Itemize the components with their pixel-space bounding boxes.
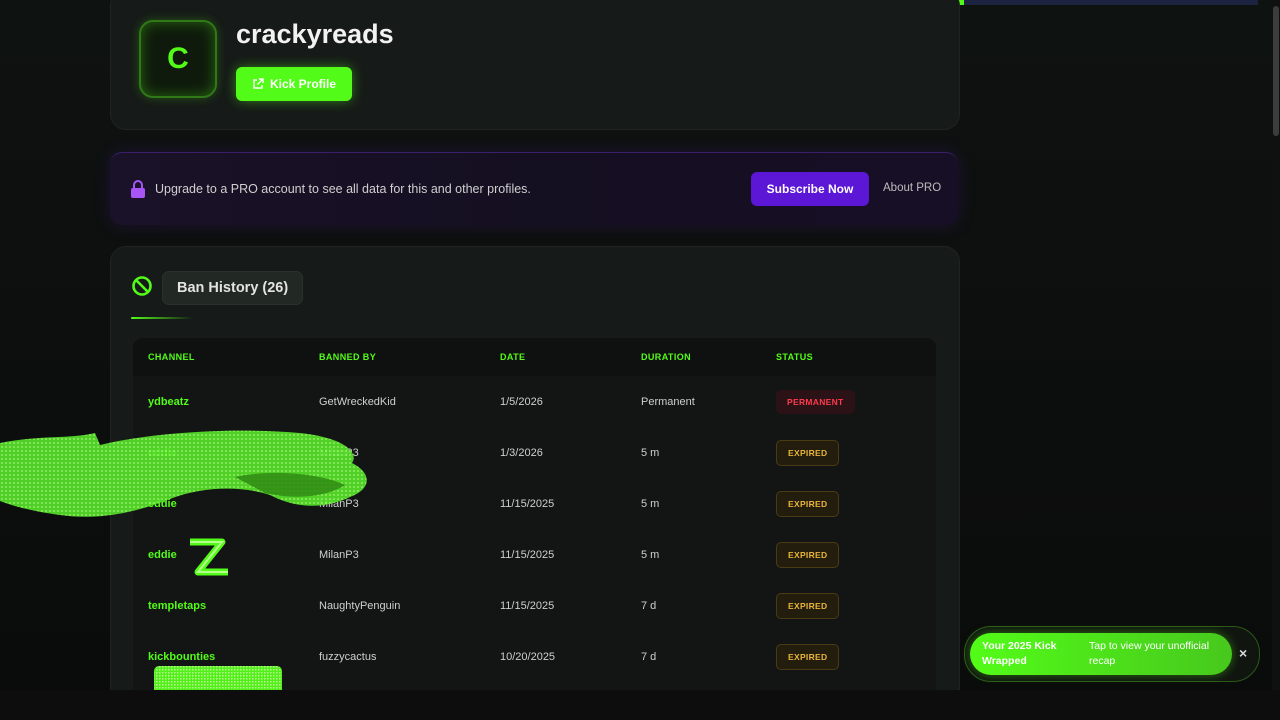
ban-icon <box>132 276 152 296</box>
profile-card: C crackyreads Kick Profile <box>110 0 960 130</box>
lock-icon <box>131 180 145 198</box>
duration-cell: 7 d <box>641 600 657 612</box>
about-pro-link[interactable]: About PRO <box>883 182 941 194</box>
duration-cell: Permanent <box>641 396 695 408</box>
duration-cell: 7 d <box>641 651 657 663</box>
pro-upgrade-banner: Upgrade to a PRO account to see all data… <box>110 152 958 225</box>
date-cell: 1/3/2026 <box>500 447 543 459</box>
toast-subtitle: Tap to view your unofficial recap <box>1089 640 1210 667</box>
channel-link[interactable]: kickbounties <box>148 651 215 663</box>
column-header-date[interactable]: DATE <box>500 352 525 362</box>
status-badge: PERMANENT <box>776 390 855 414</box>
status-badge: EXPIRED <box>776 440 840 466</box>
banned-by-cell: fuzzycactus <box>319 651 377 663</box>
top-right-strip <box>952 0 1258 5</box>
tab-underline <box>131 317 193 319</box>
profile-username: crackyreads <box>236 19 394 49</box>
date-cell: 10/20/2025 <box>500 651 556 663</box>
banned-by-cell: MilanP3 <box>319 498 359 510</box>
channel-link[interactable]: eddie <box>148 549 177 561</box>
status-badge: EXPIRED <box>776 644 840 670</box>
kick-profile-button[interactable]: Kick Profile <box>236 67 352 101</box>
ban-history-card: Ban History (26) CHANNEL BANNED BY DATE … <box>110 246 960 718</box>
table-row: eddie MilanP3 11/15/2025 5 m EXPIRED <box>133 478 936 529</box>
banned-by-cell: NaughtyPenguin <box>319 600 401 612</box>
table-row: ydbeatz GetWreckedKid 1/5/2026 Permanent… <box>133 376 936 427</box>
table-row: kickbounties fuzzycactus 10/20/2025 7 d … <box>133 631 936 682</box>
channel-link[interactable]: eddie <box>148 498 177 510</box>
external-link-icon <box>253 78 264 89</box>
channel-link[interactable]: eddie <box>148 447 177 459</box>
date-cell: 11/15/2025 <box>500 600 555 612</box>
kick-wrapped-toast[interactable]: Your 2025 Kick Wrapped Tap to view your … <box>964 626 1260 682</box>
ban-history-table: CHANNEL BANNED BY DATE DURATION STATUS y… <box>133 338 936 718</box>
status-badge: EXPIRED <box>776 491 840 517</box>
banned-by-cell: MilanP3 <box>319 549 359 561</box>
table-row: templetaps NaughtyPenguin 11/15/2025 7 d… <box>133 580 936 631</box>
banned-by-cell: GetWreckedKid <box>319 396 396 408</box>
status-badge: EXPIRED <box>776 593 840 619</box>
kick-profile-label: Kick Profile <box>269 77 337 91</box>
duration-cell: 5 m <box>641 447 660 459</box>
column-header-duration[interactable]: DURATION <box>641 352 691 362</box>
table-row: eddie MilanP3 1/3/2026 5 m EXPIRED <box>133 427 936 478</box>
date-cell: 11/15/2025 <box>500 498 555 510</box>
channel-link[interactable]: ydbeatz <box>148 396 189 408</box>
subscribe-now-button[interactable]: Subscribe Now <box>751 172 869 206</box>
pro-upgrade-message: Upgrade to a PRO account to see all data… <box>155 182 531 196</box>
avatar: C <box>139 20 217 98</box>
date-cell: 1/5/2026 <box>500 396 543 408</box>
ban-history-tab[interactable]: Ban History (26) <box>162 271 304 305</box>
status-badge: EXPIRED <box>776 542 840 568</box>
scrollbar[interactable] <box>1272 0 1280 690</box>
banned-by-cell: MilanP3 <box>319 447 359 459</box>
column-header-channel[interactable]: CHANNEL <box>148 352 195 362</box>
toast-title: Your 2025 Kick Wrapped <box>982 640 1057 667</box>
duration-cell: 5 m <box>641 549 660 561</box>
column-header-banned-by[interactable]: BANNED BY <box>319 352 376 362</box>
table-header: CHANNEL BANNED BY DATE DURATION STATUS <box>133 338 936 376</box>
column-header-status[interactable]: STATUS <box>776 352 813 362</box>
channel-link[interactable]: templetaps <box>148 600 206 612</box>
duration-cell: 5 m <box>641 498 660 510</box>
bottom-bar <box>0 690 1280 720</box>
close-icon[interactable]: × <box>1239 645 1247 661</box>
date-cell: 11/15/2025 <box>500 549 555 561</box>
scrollbar-thumb[interactable] <box>1273 6 1279 136</box>
table-row: eddie MilanP3 11/15/2025 5 m EXPIRED <box>133 529 936 580</box>
kick-wrapped-link[interactable]: Your 2025 Kick Wrapped Tap to view your … <box>970 633 1232 675</box>
